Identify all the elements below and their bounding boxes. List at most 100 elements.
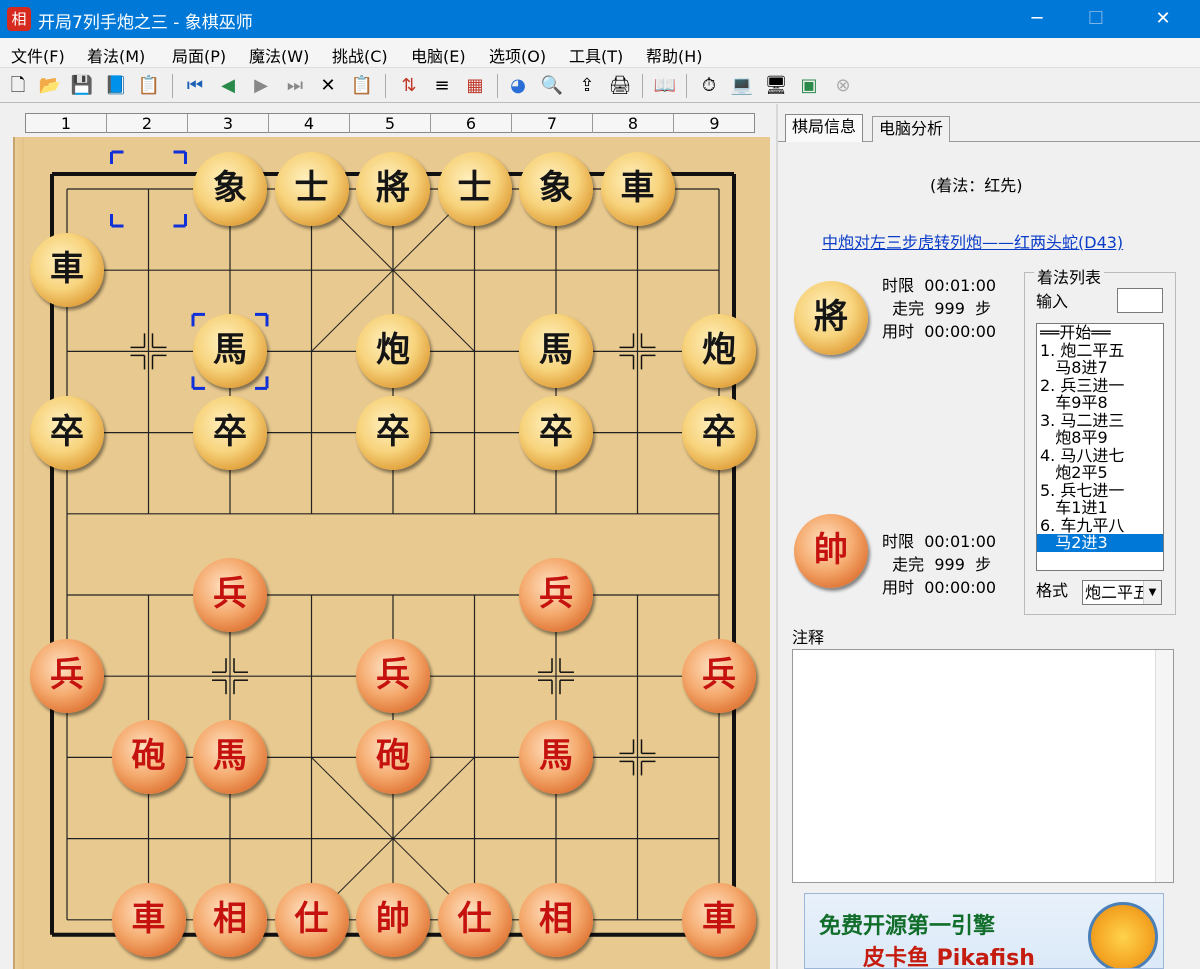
red-piece[interactable]: 兵 <box>30 639 104 714</box>
menu-challenge[interactable]: 挑战(C) <box>332 43 388 67</box>
menu-help[interactable]: 帮助(H) <box>646 43 703 67</box>
move-list-item[interactable]: 炮2平5 <box>1037 464 1163 482</box>
move-list-item[interactable]: 炮8平9 <box>1037 429 1163 447</box>
black-piece[interactable]: 將 <box>356 152 430 226</box>
laptop-icon[interactable]: 💻 <box>730 74 754 98</box>
menu-bar: 文件(F) 着法(M) 局面(P) 魔法(W) 挑战(C) 电脑(E) 选项(O… <box>0 38 1200 68</box>
moves-label: 走完 <box>892 299 925 318</box>
print-icon[interactable]: 🖨 <box>608 74 632 98</box>
chevron-down-icon[interactable]: ▼ <box>1143 581 1161 604</box>
last-move-icon[interactable]: ⏭ <box>283 74 307 98</box>
maximize-button[interactable]: ☐ <box>1073 0 1119 38</box>
opening-book-icon[interactable]: 📖 <box>653 74 677 98</box>
move-list-item[interactable]: 5. 兵七进一 <box>1037 481 1163 500</box>
black-piece[interactable]: 車 <box>30 233 104 308</box>
black-piece[interactable]: 卒 <box>356 395 430 470</box>
red-piece[interactable]: 砲 <box>356 720 430 795</box>
black-piece[interactable]: 炮 <box>356 314 430 389</box>
menu-magic[interactable]: 魔法(W) <box>249 43 309 67</box>
move-tree-icon[interactable]: ≡ <box>430 74 454 98</box>
computer-icon[interactable]: 🖥 <box>764 74 788 98</box>
tab-game-info[interactable]: 棋局信息 <box>785 114 864 142</box>
properties-icon[interactable]: 📋 <box>137 74 161 98</box>
red-piece[interactable]: 相 <box>519 882 593 957</box>
export-icon[interactable]: ⇪ <box>575 74 599 98</box>
prev-move-icon[interactable]: ◀ <box>216 74 240 98</box>
column-ruler: 1 2 3 4 5 6 7 8 9 <box>25 113 755 133</box>
red-piece[interactable]: 仕 <box>437 882 512 957</box>
black-piece[interactable]: 士 <box>437 152 512 226</box>
move-list-item[interactable]: 马8进7 <box>1037 359 1163 377</box>
red-piece[interactable]: 相 <box>193 882 267 957</box>
moves-value: 999 <box>934 299 965 318</box>
black-piece[interactable]: 象 <box>193 152 267 226</box>
black-piece[interactable]: 卒 <box>193 395 267 470</box>
tab-computer-analysis[interactable]: 电脑分析 <box>872 116 951 142</box>
move-list-item[interactable]: 6. 车九平八 <box>1037 516 1163 535</box>
black-piece[interactable]: 車 <box>600 152 675 226</box>
ruler-label: 7 <box>512 114 593 133</box>
save-icon[interactable]: 💾 <box>70 74 94 98</box>
format-select[interactable]: 炮二平五 ▼ <box>1082 580 1162 605</box>
move-list-item[interactable]: 4. 马八进七 <box>1037 446 1163 465</box>
move-list-item[interactable]: 2. 兵三进一 <box>1037 376 1163 395</box>
delete-icon[interactable]: ✕ <box>316 74 340 98</box>
search-icon[interactable]: 🔍 <box>540 74 564 98</box>
black-piece[interactable]: 卒 <box>30 395 104 470</box>
red-piece[interactable]: 兵 <box>356 639 430 714</box>
move-input-field[interactable] <box>1117 288 1163 313</box>
black-piece[interactable]: 馬 <box>519 314 593 389</box>
moves-unit: 步 <box>975 299 992 318</box>
pikafish-banner[interactable]: 免费开源第一引擎 皮卡鱼 Pikafish <box>804 893 1164 969</box>
red-piece[interactable]: 砲 <box>111 720 186 795</box>
notes-scrollbar[interactable] <box>1155 650 1173 882</box>
monitor-icon[interactable]: ▣ <box>797 74 821 98</box>
move-list-item[interactable]: 1. 炮二平五 <box>1037 341 1163 360</box>
calculator-icon[interactable]: ▦ <box>463 74 487 98</box>
color-wheel-icon[interactable]: ◕ <box>506 74 530 98</box>
menu-tools[interactable]: 工具(T) <box>569 43 623 67</box>
red-piece[interactable]: 兵 <box>519 558 593 632</box>
close-button[interactable]: ✕ <box>1140 0 1186 38</box>
opening-link[interactable]: 中炮对左三步虎转列炮——红两头蛇(D43) <box>822 229 1123 253</box>
black-piece[interactable]: 馬 <box>193 314 267 389</box>
first-move-icon[interactable]: ⏮ <box>183 74 207 98</box>
move-list[interactable]: ══开始══ 1. 炮二平五 马8进7 2. 兵三进一 车9平8 3. 马二进三 炮8… <box>1036 323 1164 571</box>
move-list-item[interactable]: 车9平8 <box>1037 394 1163 412</box>
black-piece[interactable]: 卒 <box>682 395 756 470</box>
notes-textarea[interactable] <box>792 649 1174 883</box>
open-folder-icon[interactable]: 📂 <box>38 74 62 98</box>
moves-label: 走完 <box>892 555 925 574</box>
red-piece[interactable]: 車 <box>111 882 186 957</box>
red-piece[interactable]: 帥 <box>356 882 430 957</box>
red-piece[interactable]: 車 <box>682 882 756 957</box>
red-piece[interactable]: 馬 <box>519 720 593 795</box>
red-piece[interactable]: 仕 <box>274 882 349 957</box>
paste-icon[interactable]: 📋 <box>350 74 374 98</box>
chess-board[interactable]: 象士將士象車車馬炮馬炮卒卒卒卒卒兵兵兵兵兵砲馬砲馬車相仕帥仕相車 <box>13 137 770 969</box>
black-piece[interactable]: 炮 <box>682 314 756 389</box>
move-list-item[interactable]: 马2进3 <box>1037 534 1163 552</box>
flip-board-icon[interactable]: ⇅ <box>397 74 421 98</box>
move-list-item[interactable]: 车1进1 <box>1037 499 1163 517</box>
clock-icon[interactable]: ⏱ <box>697 74 721 98</box>
black-piece[interactable]: 卒 <box>519 395 593 470</box>
new-file-icon[interactable]: 🗋 <box>6 74 30 98</box>
move-list-item[interactable]: 3. 马二进三 <box>1037 411 1163 430</box>
stop-icon[interactable]: ⊗ <box>831 74 855 98</box>
red-piece[interactable]: 馬 <box>193 720 267 795</box>
next-move-icon[interactable]: ▶ <box>249 74 273 98</box>
black-piece[interactable]: 象 <box>519 152 593 226</box>
book-icon[interactable]: 📘 <box>104 74 128 98</box>
move-list-item[interactable]: ══开始══ <box>1037 324 1163 342</box>
menu-position[interactable]: 局面(P) <box>172 43 226 67</box>
menu-moves[interactable]: 着法(M) <box>87 43 145 67</box>
menu-file[interactable]: 文件(F) <box>11 43 65 67</box>
red-piece[interactable]: 兵 <box>193 558 267 632</box>
notes-label: 注释 <box>792 628 825 647</box>
menu-options[interactable]: 选项(O) <box>489 43 546 67</box>
red-piece[interactable]: 兵 <box>682 639 756 714</box>
menu-computer[interactable]: 电脑(E) <box>411 43 466 67</box>
black-piece[interactable]: 士 <box>274 152 349 226</box>
minimize-button[interactable]: ─ <box>1014 0 1060 38</box>
